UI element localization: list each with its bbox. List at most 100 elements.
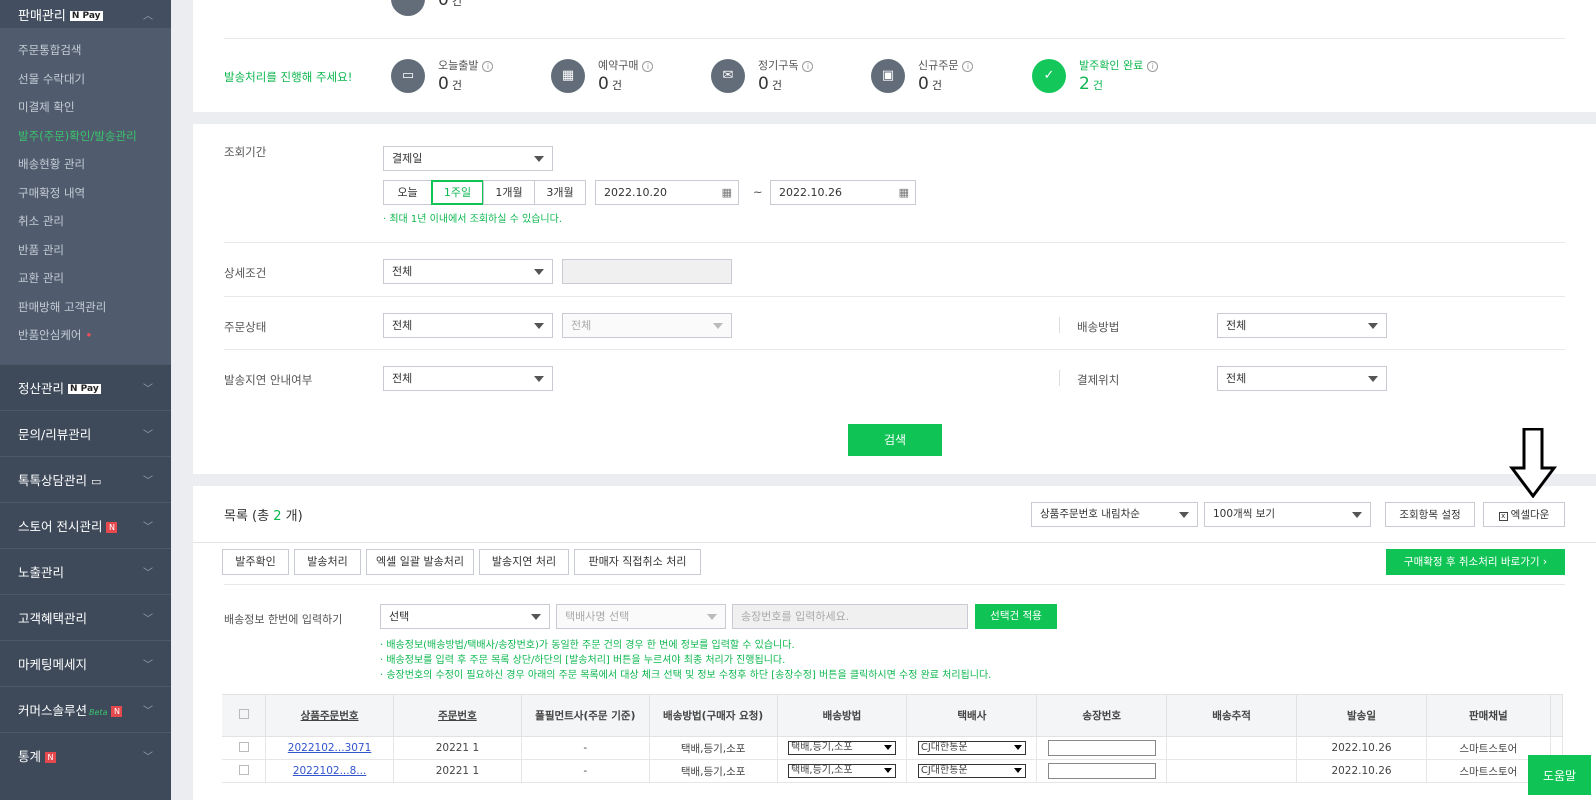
select-value: 전체 bbox=[392, 265, 413, 278]
sidebar-menu-label: 문의/리뷰관리 bbox=[18, 426, 92, 442]
stat-reservation[interactable]: ▦ 예약구매 i 0건 bbox=[551, 57, 654, 94]
row-tracking-input[interactable] bbox=[1047, 763, 1156, 779]
chevron-down-icon bbox=[1352, 512, 1362, 518]
stat-value: 0 bbox=[758, 74, 769, 94]
column-header: 배송추적 bbox=[1166, 694, 1298, 737]
row-method-select[interactable]: 택배,등기,소포 bbox=[788, 741, 896, 755]
sidebar-menu-settlement[interactable]: 정산관리 N Pay ﹀ bbox=[0, 363, 171, 410]
stat-value: 0 bbox=[598, 74, 609, 94]
sidebar-item-purchase-confirm[interactable]: 구매확정 내역 bbox=[0, 179, 171, 208]
sidebar-item-return[interactable]: 반품 관리 bbox=[0, 236, 171, 265]
sidebar-menu-benefits[interactable]: 고객혜택관리 ﹀ bbox=[0, 593, 171, 640]
detail-keyword-input[interactable] bbox=[562, 259, 732, 284]
ship-method-select[interactable]: 전체 bbox=[1217, 313, 1387, 338]
page-size-select[interactable]: 100개씩 보기 bbox=[1204, 502, 1371, 527]
quick-1week-button[interactable]: 1주일 bbox=[431, 180, 484, 205]
info-icon[interactable]: i bbox=[482, 61, 494, 72]
divider bbox=[224, 242, 1565, 243]
order-substatus-select[interactable]: 전체 bbox=[562, 313, 732, 338]
sidebar-menu-talktalk[interactable]: 톡톡상담관리 ▭ ﹀ bbox=[0, 455, 171, 502]
column-header: 택배사 bbox=[906, 694, 1038, 737]
stat-subscription[interactable]: ✉ 정기구독 i 0건 bbox=[711, 57, 814, 94]
stat-new-order[interactable]: ▣ 신규주문 i 0건 bbox=[871, 57, 974, 94]
calendar-icon[interactable]: ▦ bbox=[899, 181, 909, 204]
divider bbox=[193, 542, 1596, 543]
sidebar-menu-sales[interactable]: 판매관리 N Pay ︿ bbox=[0, 0, 171, 28]
sidebar-item-cancel[interactable]: 취소 관리 bbox=[0, 207, 171, 236]
delay-notice-select[interactable]: 전체 bbox=[383, 366, 553, 391]
sidebar-item-exchange[interactable]: 교환 관리 bbox=[0, 264, 171, 293]
bulk-note-1: · 배송정보(배송방법/택배사/송장번호)가 동일한 주문 건의 경우 한 번에… bbox=[380, 640, 795, 651]
npay-badge: N Pay bbox=[69, 11, 103, 21]
product-order-link[interactable]: 2022102...3071 bbox=[288, 742, 372, 754]
quick-today-button[interactable]: 오늘 bbox=[383, 180, 432, 205]
chevron-down-icon bbox=[534, 323, 544, 329]
sidebar-item-return-care[interactable]: 반품안심케어 • bbox=[0, 321, 171, 350]
sidebar-menu-statistics[interactable]: 통계 N ﹀ bbox=[0, 731, 171, 778]
date-value: 2022.10.26 bbox=[779, 186, 842, 199]
quick-3month-button[interactable]: 3개월 bbox=[534, 180, 586, 205]
info-icon[interactable]: i bbox=[962, 61, 974, 72]
period-type-select[interactable]: 결제일 bbox=[383, 146, 553, 171]
row-courier-select[interactable]: CJ대한통운 bbox=[917, 741, 1026, 755]
column-settings-button[interactable]: 조회항목 설정 bbox=[1385, 502, 1475, 527]
sidebar-menu-commerce-solution[interactable]: 커머스솔루션 Beta N ﹀ bbox=[0, 685, 171, 732]
excel-download-button[interactable]: x 엑셀다운 bbox=[1483, 502, 1565, 527]
date-to-input[interactable]: 2022.10.26 ▦ bbox=[770, 180, 916, 205]
excel-bulk-ship-button[interactable]: 엑셀 일괄 발송처리 bbox=[366, 549, 474, 575]
list-title-suffix: 개) bbox=[281, 509, 303, 524]
bulk-method-select[interactable]: 선택 bbox=[380, 604, 550, 629]
ship-delay-button[interactable]: 발송지연 처리 bbox=[479, 549, 569, 575]
sort-select[interactable]: 상품주문번호 내림차순 bbox=[1031, 502, 1198, 527]
stat-today-shipping[interactable]: ▭ 오늘출발 i 0건 bbox=[391, 57, 494, 94]
sidebar-item-gift-waiting[interactable]: 선물 수락대기 bbox=[0, 65, 171, 94]
ship-process-button[interactable]: 발송처리 bbox=[294, 549, 361, 575]
sidebar-item-blocked-customers[interactable]: 판매방해 고객관리 bbox=[0, 293, 171, 322]
row-checkbox[interactable] bbox=[238, 741, 249, 752]
product-order-link[interactable]: 2022102...8... bbox=[293, 765, 366, 777]
select-value: 전체 bbox=[571, 319, 592, 332]
select-all-checkbox[interactable] bbox=[238, 709, 249, 719]
order-status-select[interactable]: 전체 bbox=[383, 313, 553, 338]
courier-select[interactable]: 택배사명 선택 bbox=[556, 604, 726, 629]
pay-location-select[interactable]: 전체 bbox=[1217, 366, 1387, 391]
chevron-down-icon bbox=[1368, 323, 1378, 329]
row-checkbox[interactable] bbox=[238, 764, 249, 775]
sidebar-menu-inquiry[interactable]: 문의/리뷰관리 ﹀ bbox=[0, 409, 171, 456]
apply-selected-button[interactable]: 선택건 적용 bbox=[975, 604, 1057, 629]
row-tracking-input[interactable] bbox=[1047, 740, 1156, 756]
quick-1month-button[interactable]: 1개월 bbox=[483, 180, 535, 205]
sidebar-item-order-search[interactable]: 주문통합검색 bbox=[0, 36, 171, 65]
sidebar-menu-label: 고객혜택관리 bbox=[18, 610, 88, 626]
order-confirm-button[interactable]: 발주확인 bbox=[222, 549, 289, 575]
help-button[interactable]: 도움말 bbox=[1528, 755, 1591, 795]
sidebar-item-unpaid[interactable]: 미결제 확인 bbox=[0, 93, 171, 122]
row-method-select[interactable]: 택배,등기,소포 bbox=[788, 764, 896, 778]
stat-unit: 건 bbox=[451, 79, 462, 92]
row-courier-select[interactable]: CJ대한통운 bbox=[917, 764, 1026, 778]
requested-method-cell: 택배,등기,소포 bbox=[649, 736, 778, 760]
detail-condition-select[interactable]: 전체 bbox=[383, 259, 553, 284]
column-header: 송장번호 bbox=[1036, 694, 1168, 737]
calendar-icon[interactable]: ▦ bbox=[722, 181, 732, 204]
sidebar-submenu: 주문통합검색 선물 수락대기 미결제 확인 발주(주문)확인/발송관리 배송현황… bbox=[0, 28, 171, 364]
ship-method-label: 배송방법 bbox=[1077, 320, 1120, 334]
seller-cancel-button[interactable]: 판매자 직접취소 처리 bbox=[574, 549, 701, 575]
column-header[interactable]: 주문번호 bbox=[393, 694, 522, 737]
sidebar-item-delivery-status[interactable]: 배송현황 관리 bbox=[0, 150, 171, 179]
sidebar-menu-marketing[interactable]: 마케팅메세지 ﹀ bbox=[0, 639, 171, 686]
stat-value: 2 bbox=[1079, 74, 1090, 94]
sidebar-menu-store-display[interactable]: 스토어 전시관리 N ﹀ bbox=[0, 501, 171, 548]
column-header[interactable]: 상품주문번호 bbox=[265, 694, 394, 737]
sidebar-menu-exposure[interactable]: 노출관리 ﹀ bbox=[0, 547, 171, 594]
confirm-then-cancel-button[interactable]: 구매확정 후 취소처리 바로가기 › bbox=[1386, 549, 1565, 575]
stat-order-confirmed[interactable]: ✓ 발주확인 완료 i 2건 bbox=[1032, 57, 1159, 94]
date-value: 2022.10.20 bbox=[604, 186, 667, 199]
search-button[interactable]: 검색 bbox=[848, 424, 942, 456]
date-from-input[interactable]: 2022.10.20 ▦ bbox=[595, 180, 739, 205]
info-icon[interactable]: i bbox=[642, 61, 654, 72]
info-icon[interactable]: i bbox=[802, 61, 814, 72]
sidebar-item-order-shipping[interactable]: 발주(주문)확인/발송관리 bbox=[0, 122, 171, 151]
info-icon[interactable]: i bbox=[1147, 61, 1159, 72]
tracking-number-input[interactable]: 송장번호를 입력하세요. bbox=[732, 604, 968, 629]
